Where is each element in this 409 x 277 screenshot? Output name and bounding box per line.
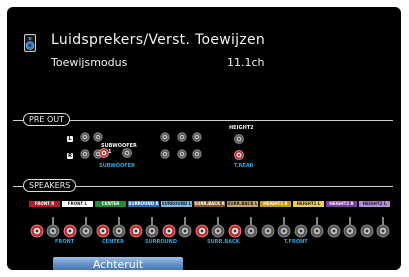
assignment-center: CENTER — [102, 239, 124, 245]
assignment-surr-back: SURR.BACK — [207, 239, 240, 245]
speaker-post-3-plus — [129, 224, 143, 238]
speaker-post-2-minus — [112, 224, 126, 238]
speaker-post-6-plus — [228, 224, 242, 238]
speaker-post-4-minus — [178, 224, 192, 238]
speaker-post-9-minus — [343, 224, 357, 238]
speaker-post-10-minus — [376, 224, 390, 238]
speaker-post-8-minus — [310, 224, 324, 238]
speaker-post-1-plus — [63, 224, 77, 238]
speaker-post-7-minus — [277, 224, 291, 238]
preout-jack-8 — [192, 132, 202, 142]
height2-jack-l — [234, 134, 244, 144]
speaker-post-10-plus — [360, 224, 374, 238]
preout-jack-6 — [177, 132, 187, 142]
speaker-post-5-minus — [211, 224, 225, 238]
connector-diagram — [30, 132, 390, 238]
back-button[interactable]: Achteruit — [53, 257, 183, 270]
preout-jack-4 — [160, 132, 170, 142]
assignment-t-front: T.FRONT — [284, 239, 308, 245]
height2-jack-r — [234, 150, 244, 160]
preout-jack-2 — [93, 132, 103, 142]
speaker-post-7-plus — [261, 224, 275, 238]
speaker-post-0-minus — [46, 224, 60, 238]
subwoofer-jack-1 — [99, 148, 109, 158]
speaker-post-4-plus — [162, 224, 176, 238]
speaker-post-8-plus — [294, 224, 308, 238]
speaker-post-5-plus — [195, 224, 209, 238]
speaker-post-9-plus — [327, 224, 341, 238]
assignment-front: FRONT — [55, 239, 75, 245]
speaker-post-6-minus — [244, 224, 258, 238]
preout-jack-5 — [160, 149, 170, 159]
speaker-assign-screen: Luidsprekers/Verst. Toewijzen Toewijsmod… — [7, 7, 401, 270]
speaker-post-3-minus — [145, 224, 159, 238]
speaker-post-2-plus — [96, 224, 110, 238]
subwoofer-jack-2 — [122, 148, 132, 158]
preout-jack-9 — [192, 149, 202, 159]
preout-jack-0 — [80, 132, 90, 142]
speaker-post-1-minus — [79, 224, 93, 238]
assignment-surround: SURROUND — [145, 239, 178, 245]
speaker-post-0-plus — [30, 224, 44, 238]
preout-jack-1 — [80, 149, 90, 159]
preout-jack-7 — [177, 149, 187, 159]
